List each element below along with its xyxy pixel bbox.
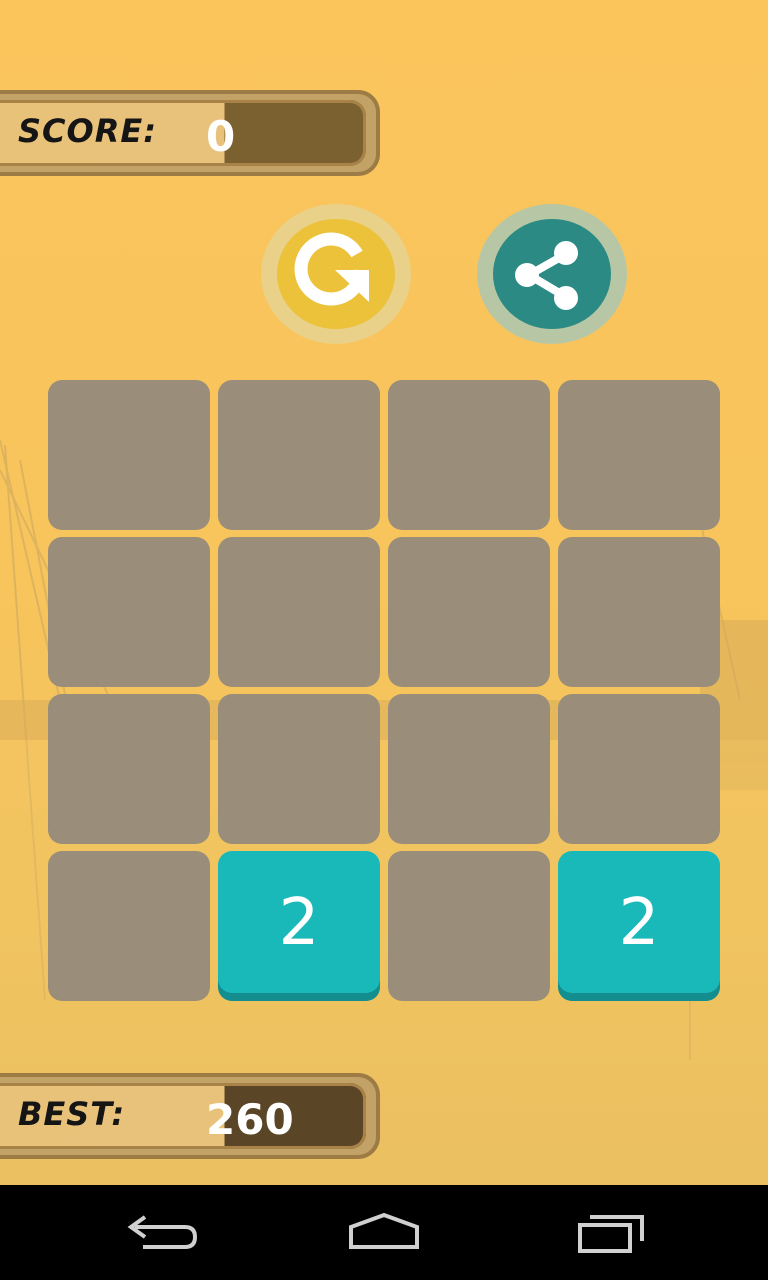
empty-tile xyxy=(388,537,550,687)
empty-tile xyxy=(48,851,210,1001)
best-panel: BEST: 260 xyxy=(0,1073,380,1159)
tile-value: 2 xyxy=(278,886,320,960)
best-value: 260 xyxy=(206,1095,294,1144)
empty-tile xyxy=(218,537,380,687)
tile-2: 2 xyxy=(558,851,720,1001)
empty-tile xyxy=(48,537,210,687)
share-button[interactable] xyxy=(477,204,627,344)
empty-tile xyxy=(558,537,720,687)
recents-icon[interactable] xyxy=(566,1205,656,1261)
empty-tile xyxy=(218,380,380,530)
score-value: 0 xyxy=(206,112,236,161)
empty-tile xyxy=(558,380,720,530)
empty-tile xyxy=(48,380,210,530)
empty-tile xyxy=(558,694,720,844)
home-icon[interactable] xyxy=(339,1205,429,1261)
empty-tile xyxy=(48,694,210,844)
tile-2: 2 xyxy=(218,851,380,1001)
score-label: SCORE: xyxy=(18,112,158,150)
system-nav-bar xyxy=(0,1185,768,1280)
share-icon xyxy=(515,241,578,310)
best-label: BEST: xyxy=(18,1095,126,1133)
empty-tile xyxy=(388,851,550,1001)
back-icon[interactable] xyxy=(115,1205,205,1261)
game-board[interactable]: 22 xyxy=(48,380,720,1001)
restart-button[interactable] xyxy=(261,204,411,344)
empty-tile xyxy=(388,694,550,844)
score-panel: SCORE: 0 xyxy=(0,90,380,176)
empty-tile xyxy=(388,380,550,530)
restart-icon xyxy=(294,232,369,306)
tile-value: 2 xyxy=(618,886,660,960)
empty-tile xyxy=(218,694,380,844)
